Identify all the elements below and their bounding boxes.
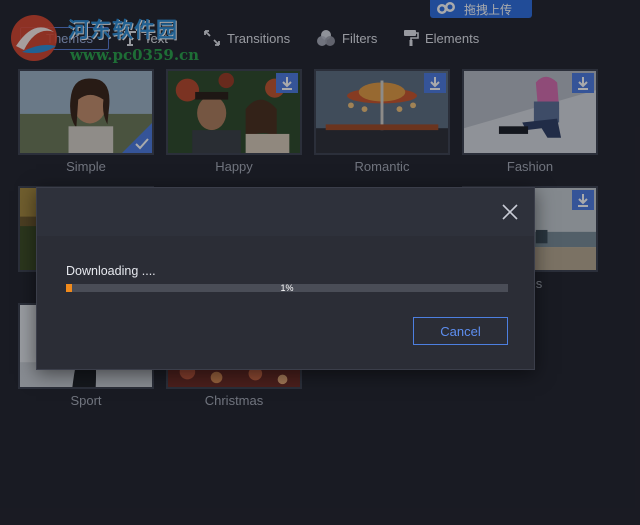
progress-percent: 1% [280,283,294,293]
close-icon[interactable] [500,202,520,222]
download-dialog: Downloading .... 1% Cancel [36,187,535,370]
dialog-header [37,188,534,236]
download-progress-bar: 1% [66,283,508,293]
cancel-button[interactable]: Cancel [413,317,508,345]
download-status-text: Downloading .... [66,264,156,278]
